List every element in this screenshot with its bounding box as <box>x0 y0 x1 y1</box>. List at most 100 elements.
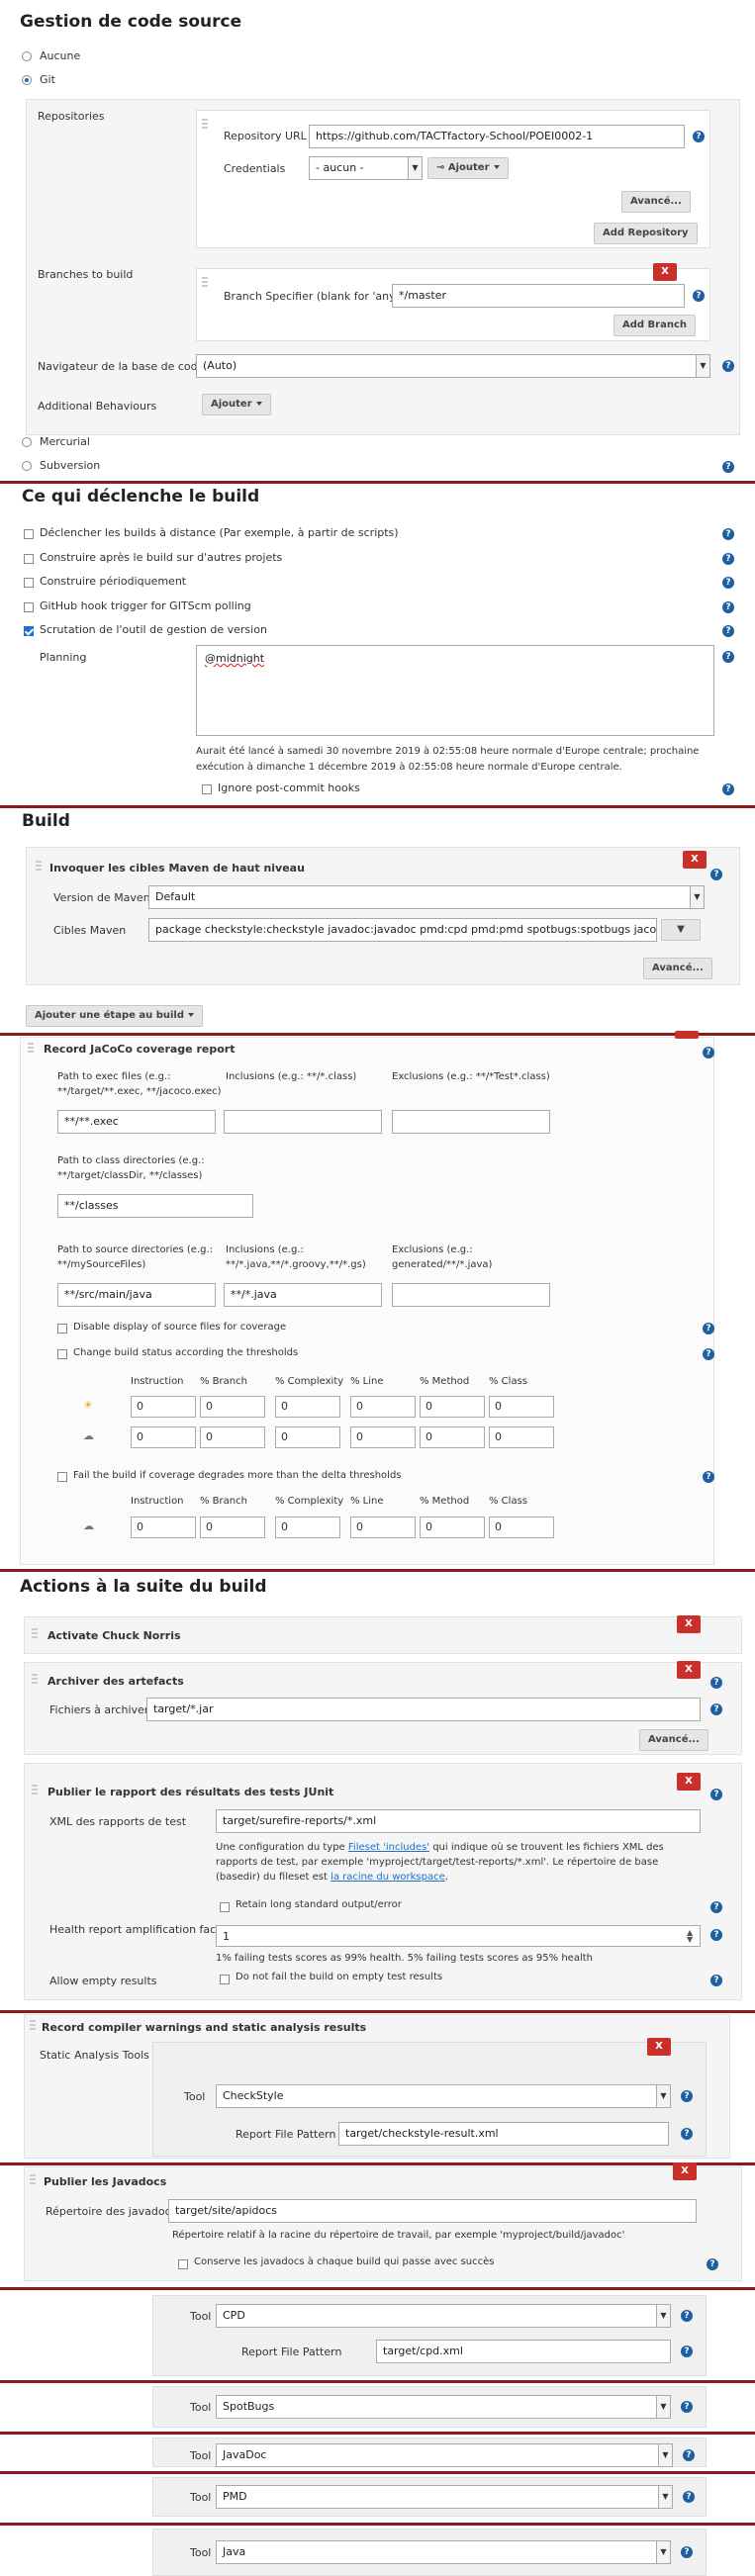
trigger-checkbox[interactable] <box>24 601 34 612</box>
source-exclusions-input[interactable] <box>392 1283 550 1307</box>
javadoc-dir-input[interactable]: target/site/apidocs <box>168 2199 697 2223</box>
delete-javadoc-button[interactable]: X <box>673 2162 697 2180</box>
drag-handle[interactable] <box>32 1674 38 1686</box>
threshold-input[interactable]: 0 <box>350 1517 416 1538</box>
threshold-input[interactable]: 0 <box>131 1517 196 1538</box>
trigger-checkbox[interactable] <box>24 578 34 588</box>
tool-select[interactable]: Java ▼ <box>216 2540 671 2564</box>
add-branch-button[interactable]: Add Branch <box>613 315 697 336</box>
tool-select[interactable]: CheckStyle ▼ <box>216 2084 671 2108</box>
advanced-button[interactable]: Avancé... <box>639 1729 708 1751</box>
trigger-checkbox[interactable] <box>24 626 34 636</box>
delete-archive-button[interactable]: X <box>677 1661 701 1679</box>
threshold-input[interactable]: 0 <box>275 1426 340 1448</box>
maven-version-select[interactable]: Default ▼ <box>148 885 705 909</box>
help-icon[interactable]: ? <box>710 1703 722 1715</box>
drag-handle[interactable] <box>30 2174 36 2186</box>
add-behaviour-button[interactable]: Ajouter <box>202 394 271 415</box>
repo-browser-select[interactable]: (Auto) ▼ <box>196 354 710 378</box>
expand-targets-button[interactable]: ▼ <box>661 919 701 941</box>
help-icon[interactable]: ? <box>710 1901 722 1913</box>
drag-handle[interactable] <box>30 2020 36 2032</box>
threshold-input[interactable]: 0 <box>489 1396 554 1418</box>
delete-tool-button[interactable]: X <box>647 2038 671 2056</box>
advanced-button[interactable]: Avancé... <box>621 191 691 213</box>
help-icon[interactable]: ? <box>703 1348 714 1360</box>
health-factor-input[interactable]: 1 <box>216 1925 701 1947</box>
threshold-input[interactable]: 0 <box>200 1517 265 1538</box>
exec-exclusions-input[interactable] <box>392 1110 550 1134</box>
threshold-input[interactable]: 0 <box>131 1396 196 1418</box>
add-repository-button[interactable]: Add Repository <box>594 223 698 244</box>
fail-build-checkbox[interactable] <box>57 1472 67 1482</box>
help-icon[interactable]: ? <box>722 600 734 613</box>
keep-all-checkbox[interactable] <box>178 2259 188 2269</box>
drag-handle[interactable] <box>28 1043 34 1055</box>
threshold-input[interactable]: 0 <box>131 1426 196 1448</box>
exec-path-input[interactable]: **/**.exec <box>57 1110 216 1134</box>
help-icon[interactable]: ? <box>683 2449 695 2461</box>
repo-url-input[interactable]: https://github.com/TACTfactory-School/PO… <box>309 125 685 148</box>
ignore-hooks-checkbox[interactable] <box>202 784 212 794</box>
help-icon[interactable]: ? <box>703 1047 714 1058</box>
scm-none-radio[interactable] <box>22 51 32 61</box>
exec-inclusions-input[interactable] <box>224 1110 382 1134</box>
threshold-input[interactable]: 0 <box>420 1517 485 1538</box>
help-icon[interactable]: ? <box>707 2258 718 2270</box>
change-status-checkbox[interactable] <box>57 1349 67 1359</box>
source-dir-input[interactable]: **/src/main/java <box>57 1283 216 1307</box>
add-credentials-button[interactable]: ⊸ Ajouter <box>427 157 509 179</box>
threshold-input[interactable]: 0 <box>200 1426 265 1448</box>
tool-select[interactable]: JavaDoc ▼ <box>216 2443 673 2467</box>
drag-handle[interactable] <box>32 1785 38 1796</box>
help-icon[interactable]: ? <box>710 1975 722 1986</box>
credentials-select[interactable]: - aucun - ▼ <box>309 156 423 180</box>
tool-select[interactable]: SpotBugs ▼ <box>216 2395 671 2419</box>
branch-spec-input[interactable]: */master <box>392 284 685 308</box>
help-icon[interactable]: ? <box>710 1677 722 1689</box>
threshold-input[interactable]: 0 <box>350 1426 416 1448</box>
help-icon[interactable]: ? <box>681 2090 693 2102</box>
tool-select[interactable]: PMD ▼ <box>216 2485 673 2509</box>
maven-targets-input[interactable]: package checkstyle:checkstyle javadoc:ja… <box>148 918 657 942</box>
help-icon[interactable]: ? <box>693 131 705 142</box>
help-icon[interactable]: ? <box>722 360 734 372</box>
delete-branch-button[interactable]: X <box>653 263 677 281</box>
source-inclusions-input[interactable]: **/*.java <box>224 1283 382 1307</box>
drag-handle[interactable] <box>202 277 208 289</box>
report-pattern-input[interactable]: target/checkstyle-result.xml <box>338 2122 669 2146</box>
scm-mercurial-radio[interactable] <box>22 437 32 447</box>
planning-textarea[interactable]: @midnight <box>196 645 714 736</box>
help-icon[interactable]: ? <box>710 1789 722 1800</box>
help-icon[interactable]: ? <box>722 783 734 795</box>
workspace-link[interactable]: la racine du workspace <box>330 1872 445 1883</box>
archive-files-input[interactable]: target/*.jar <box>146 1698 701 1721</box>
drag-handle[interactable] <box>32 1628 38 1640</box>
stepper-icon[interactable]: ▲ ▼ <box>687 1929 693 1944</box>
trigger-checkbox[interactable] <box>24 529 34 539</box>
disable-display-checkbox[interactable] <box>57 1324 67 1334</box>
help-icon[interactable]: ? <box>722 461 734 473</box>
help-icon[interactable]: ? <box>710 869 722 880</box>
help-icon[interactable]: ? <box>710 1929 722 1941</box>
delete-jacoco-button[interactable] <box>675 1031 699 1039</box>
scm-git-radio[interactable] <box>22 75 32 85</box>
help-icon[interactable]: ? <box>683 2491 695 2503</box>
threshold-input[interactable]: 0 <box>489 1426 554 1448</box>
delete-chuck-button[interactable]: X <box>677 1615 701 1633</box>
fileset-link[interactable]: Fileset 'includes' <box>348 1842 429 1853</box>
help-icon[interactable]: ? <box>681 2546 693 2558</box>
scm-subversion-radio[interactable] <box>22 461 32 471</box>
junit-xml-input[interactable]: target/surefire-reports/*.xml <box>216 1809 701 1833</box>
drag-handle[interactable] <box>36 861 42 873</box>
threshold-input[interactable]: 0 <box>420 1426 485 1448</box>
help-icon[interactable]: ? <box>681 2310 693 2322</box>
help-icon[interactable]: ? <box>722 552 734 565</box>
tool-select[interactable]: CPD ▼ <box>216 2304 671 2328</box>
report-pattern-input[interactable]: target/cpd.xml <box>376 2340 671 2363</box>
help-icon[interactable]: ? <box>681 2346 693 2357</box>
help-icon[interactable]: ? <box>703 1471 714 1483</box>
help-icon[interactable]: ? <box>722 528 734 540</box>
threshold-input[interactable]: 0 <box>200 1396 265 1418</box>
class-dir-input[interactable]: **/classes <box>57 1194 253 1218</box>
